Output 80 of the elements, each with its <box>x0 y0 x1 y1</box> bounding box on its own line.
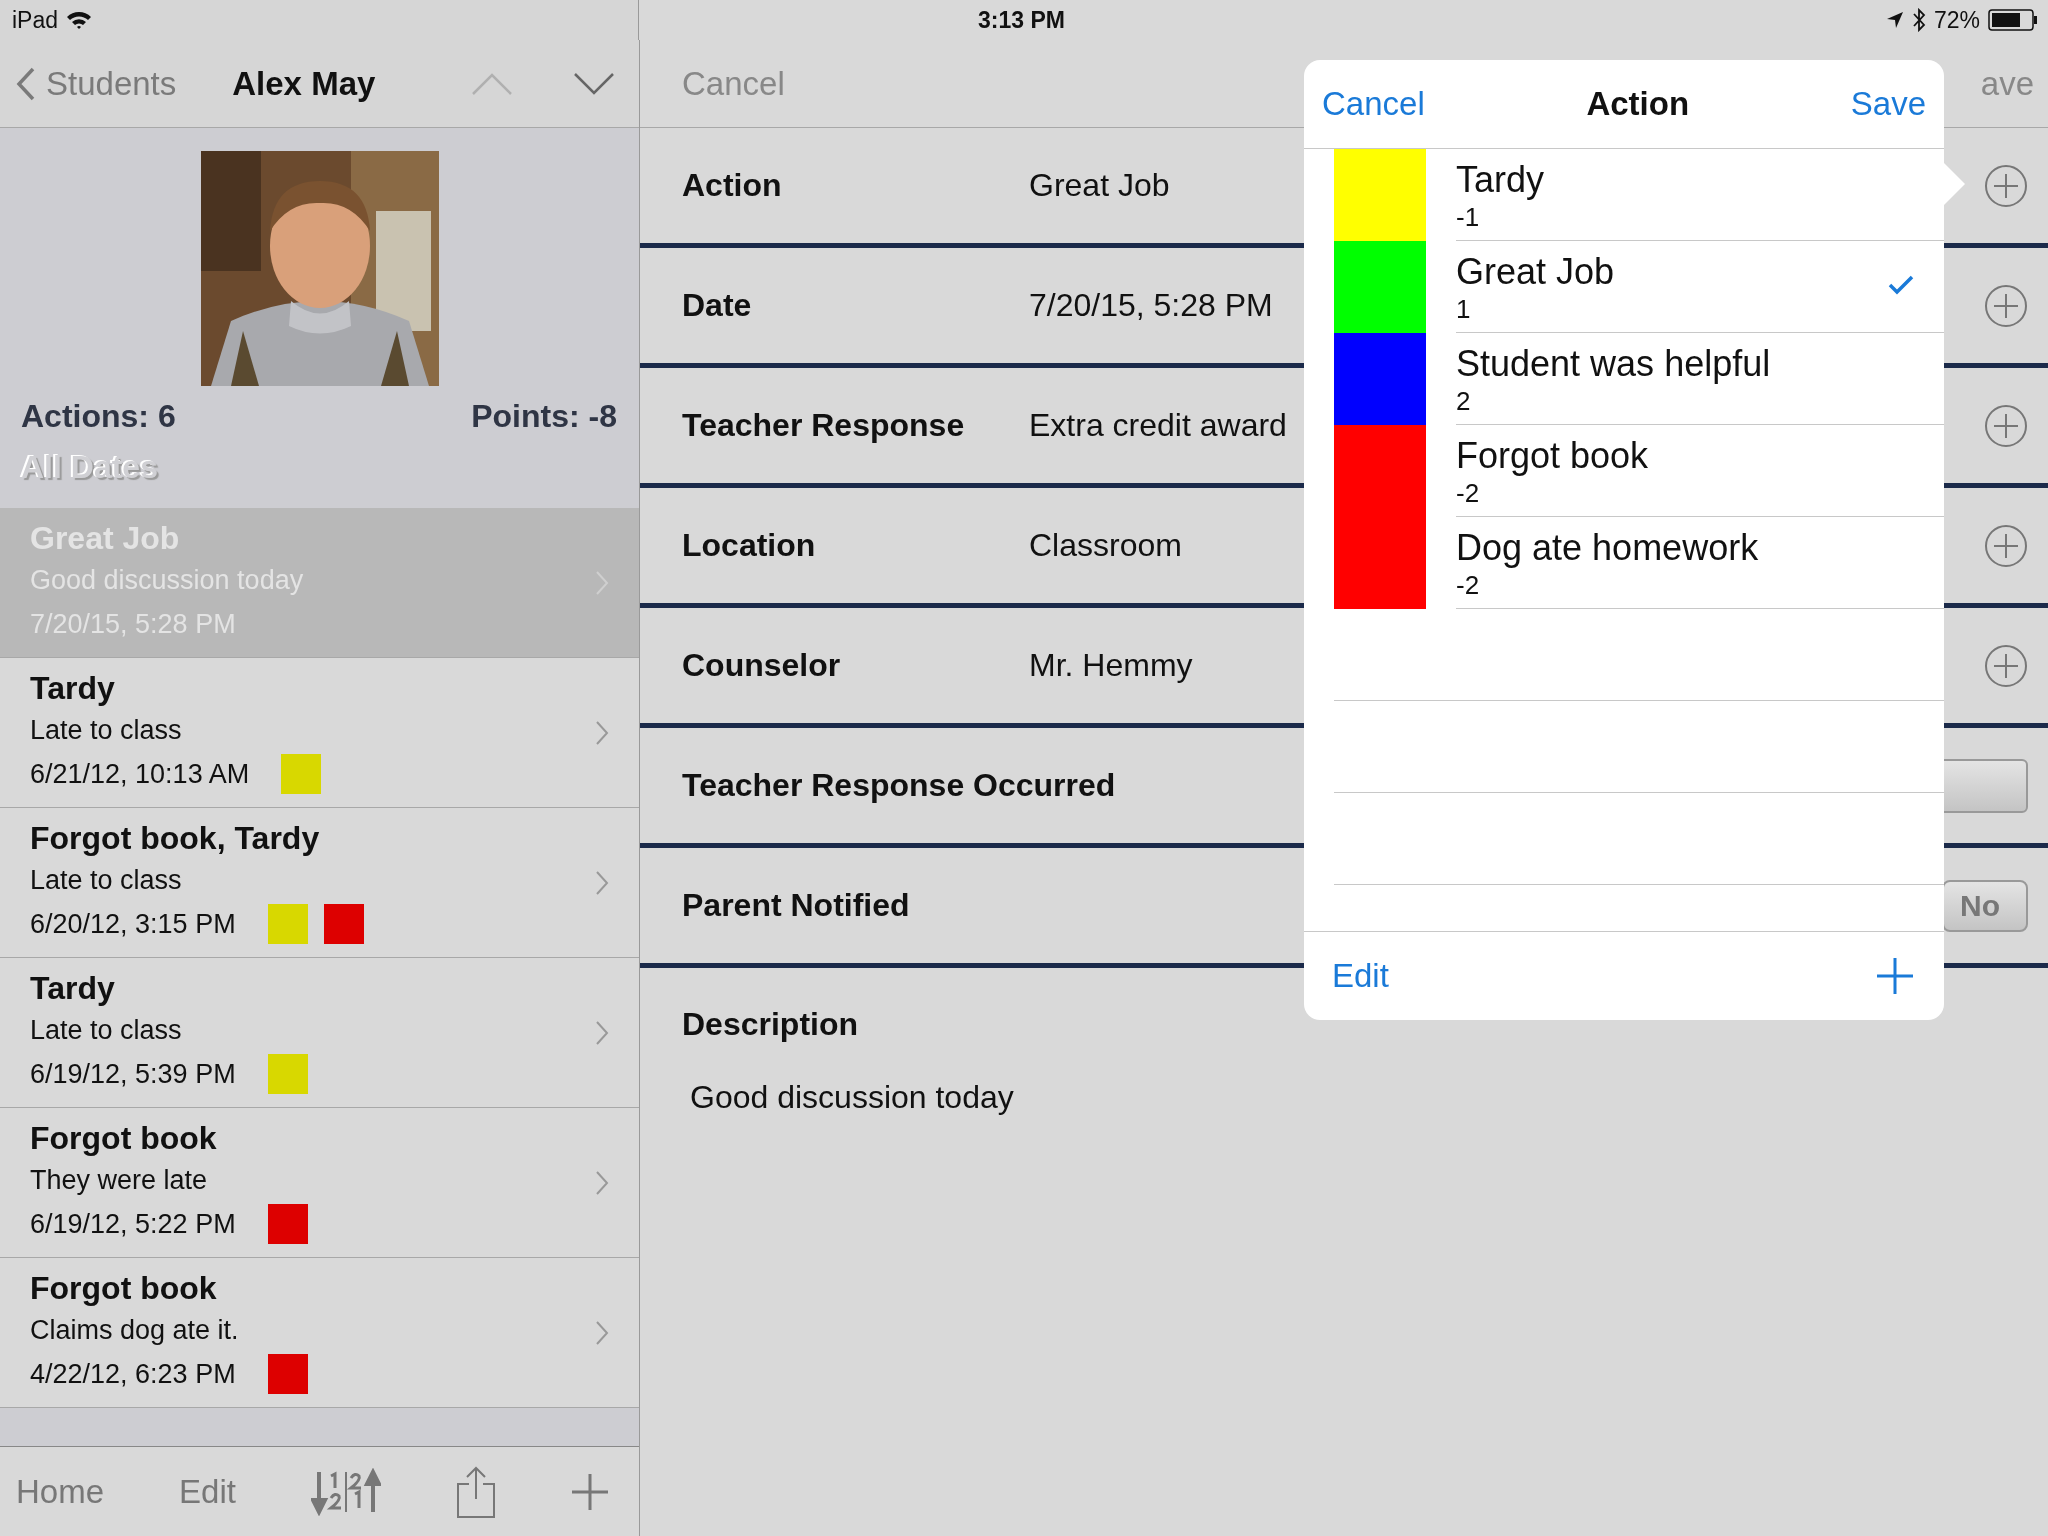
record-note: They were late <box>30 1164 208 1197</box>
action-name: Forgot book <box>1456 433 1649 478</box>
record-row[interactable]: Forgot book They were late 6/19/12, 5:22 PM <box>0 1108 639 1258</box>
record-note: Late to class <box>30 714 182 747</box>
action-points: -1 <box>1456 201 1481 232</box>
field-label: Date <box>682 287 753 324</box>
field-label: Location <box>682 527 817 564</box>
field-value[interactable]: Great Job <box>1029 167 1170 204</box>
record-note: Late to class <box>30 864 182 897</box>
field-label: Teacher Response <box>682 407 966 444</box>
action-option[interactable]: Student was helpful 2 <box>1304 333 1944 425</box>
record-title: Forgot book <box>30 1119 217 1158</box>
student-name: Alex May <box>232 64 376 103</box>
field-label: Counselor <box>682 647 842 684</box>
description-text[interactable]: Good discussion today <box>690 1079 1014 1116</box>
device-name: iPad <box>12 6 59 34</box>
field-label: Teacher Response Occurred <box>682 767 1116 804</box>
record-date: 4/22/12, 6:23 PM <box>30 1358 236 1391</box>
add-icon[interactable] <box>1984 403 2028 448</box>
action-option[interactable]: Tardy -1 <box>1304 149 1944 241</box>
edit-button[interactable]: Edit <box>1332 957 1389 995</box>
action-option[interactable]: Dog ate homework -2 <box>1304 517 1944 609</box>
wifi-icon <box>66 10 93 30</box>
record-title: Forgot book, Tardy <box>30 819 320 858</box>
add-icon[interactable] <box>1984 523 2028 568</box>
chevron-right-icon <box>595 1170 609 1196</box>
record-date: 6/19/12, 5:39 PM <box>30 1058 236 1091</box>
add-icon[interactable] <box>1876 957 1914 995</box>
bluetooth-icon <box>1911 8 1926 32</box>
chevron-right-icon <box>595 870 609 896</box>
field-value[interactable]: Extra credit award <box>1029 407 1287 444</box>
action-points: -2 <box>1456 477 1481 508</box>
field-value[interactable]: 7/20/15, 5:28 PM <box>1029 287 1273 324</box>
chevron-right-icon <box>595 1320 609 1346</box>
description-label: Description <box>682 1006 860 1043</box>
record-note: Late to class <box>30 1014 182 1047</box>
actions-count: Actions: 6 <box>21 398 176 435</box>
record-date: 6/19/12, 5:22 PM <box>30 1208 236 1241</box>
field-label: Action <box>682 167 783 204</box>
points-total: Points: -8 <box>471 398 617 435</box>
record-date: 6/20/12, 3:15 PM <box>30 908 236 941</box>
action-name: Great Job <box>1456 249 1615 294</box>
battery-percent: 72% <box>1933 6 1980 34</box>
field-value[interactable]: Mr. Hemmy <box>1029 647 1193 684</box>
add-icon[interactable] <box>1984 283 2028 328</box>
action-points: -2 <box>1456 569 1481 600</box>
share-icon[interactable] <box>455 1464 496 1519</box>
popover-title: Action <box>1586 85 1690 123</box>
record-title: Tardy <box>30 669 115 708</box>
record-date: 6/21/12, 10:13 AM <box>30 758 250 791</box>
action-name: Tardy <box>1456 157 1545 202</box>
action-name: Student was helpful <box>1456 341 1771 386</box>
sort-icon[interactable] <box>310 1467 381 1516</box>
field-value[interactable]: Classroom <box>1029 527 1182 564</box>
add-icon[interactable] <box>1984 163 2028 208</box>
chevron-down-icon[interactable] <box>573 71 615 96</box>
action-points: 1 <box>1456 293 1472 324</box>
action-name: Dog ate homework <box>1456 525 1759 570</box>
save-button[interactable]: Save <box>1850 85 1926 123</box>
field-label: Parent Notified <box>682 887 911 924</box>
chevron-right-icon <box>595 720 609 746</box>
record-note: Claims dog ate it. <box>30 1314 239 1347</box>
cancel-button[interactable]: Cancel <box>1322 85 1425 123</box>
record-row[interactable]: Forgot book, Tardy Late to class 6/20/12, 3:15 PM <box>0 808 639 958</box>
checkmark-icon <box>1888 275 1914 295</box>
chevron-right-icon <box>595 1020 609 1046</box>
clock-time: 3:13 PM <box>978 6 1065 34</box>
action-option[interactable]: Forgot book -2 <box>1304 425 1944 517</box>
record-row[interactable]: Tardy Late to class 6/21/12, 10:13 AM <box>0 658 639 808</box>
location-arrow-icon <box>1885 11 1904 29</box>
record-row[interactable]: Tardy Late to class 6/19/12, 5:39 PM <box>0 958 639 1108</box>
record-row[interactable]: Forgot book Claims dog ate it. 4/22/12, 6:23 PM <box>0 1258 639 1408</box>
chevron-left-icon[interactable] <box>16 66 36 101</box>
record-title: Forgot book <box>30 1269 217 1308</box>
battery-icon <box>1988 9 2038 31</box>
record-title: Tardy <box>30 969 115 1008</box>
action-points: 2 <box>1456 385 1472 416</box>
add-icon[interactable] <box>1984 643 2028 688</box>
add-icon[interactable] <box>570 1472 609 1511</box>
action-option[interactable]: Great Job 1 <box>1304 241 1944 333</box>
